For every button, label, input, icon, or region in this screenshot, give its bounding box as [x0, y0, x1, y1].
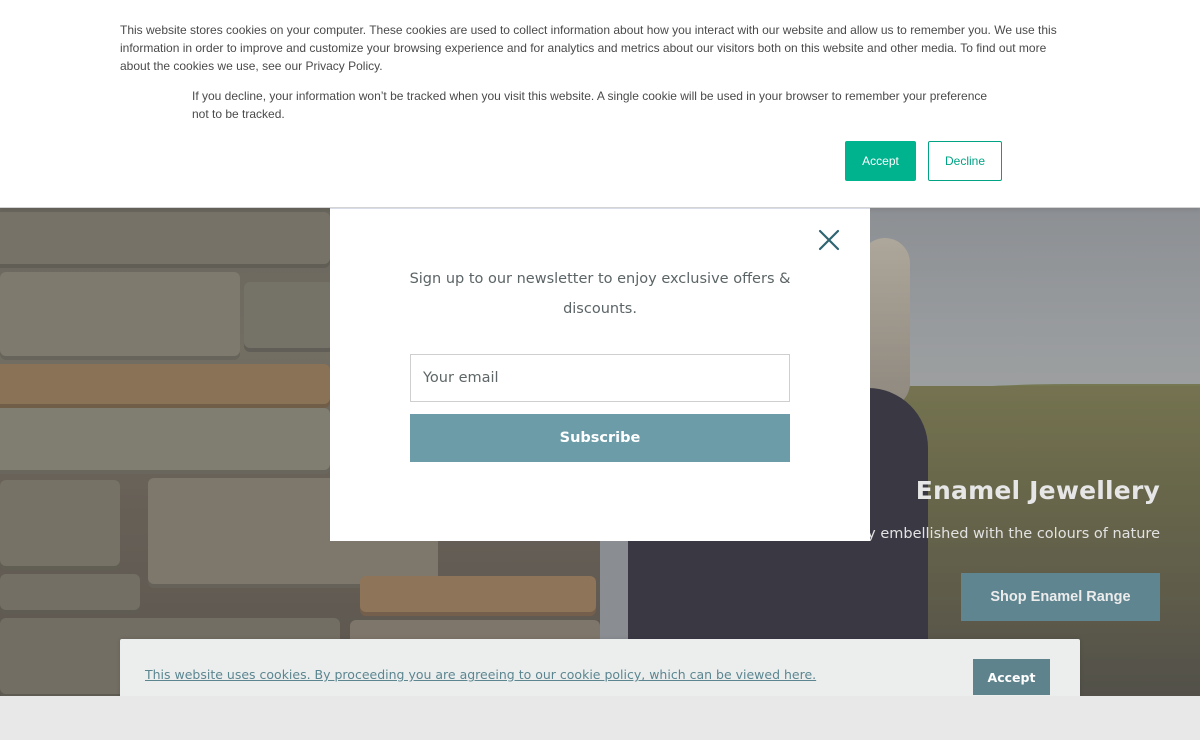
- subscribe-button[interactable]: Subscribe: [410, 414, 790, 462]
- newsletter-message: Sign up to our newsletter to enjoy exclu…: [409, 271, 791, 317]
- close-icon[interactable]: [816, 227, 842, 253]
- cookie-consent-text: This website stores cookies on your comp…: [120, 23, 1057, 73]
- cookie-decline-text: If you decline, your information won’t b…: [192, 89, 988, 121]
- cookie-consent-banner: This website stores cookies on your comp…: [0, 0, 1200, 208]
- shop-enamel-range-button[interactable]: Shop Enamel Range: [961, 573, 1160, 621]
- accept-cookies-button[interactable]: Accept: [845, 141, 916, 181]
- cookie-policy-link[interactable]: This website uses cookies. By proceeding…: [145, 667, 816, 682]
- newsletter-modal: Sign up to our newsletter to enjoy exclu…: [330, 208, 870, 541]
- hero-title: Enamel Jewellery: [915, 476, 1160, 505]
- hero-subtitle: ery embellished with the colours of natu…: [852, 526, 1160, 542]
- accept-cookie-policy-button[interactable]: Accept: [973, 659, 1050, 695]
- decline-cookies-button[interactable]: Decline: [928, 141, 1002, 181]
- email-field[interactable]: [410, 354, 790, 402]
- page-footer-strip: [0, 696, 1200, 740]
